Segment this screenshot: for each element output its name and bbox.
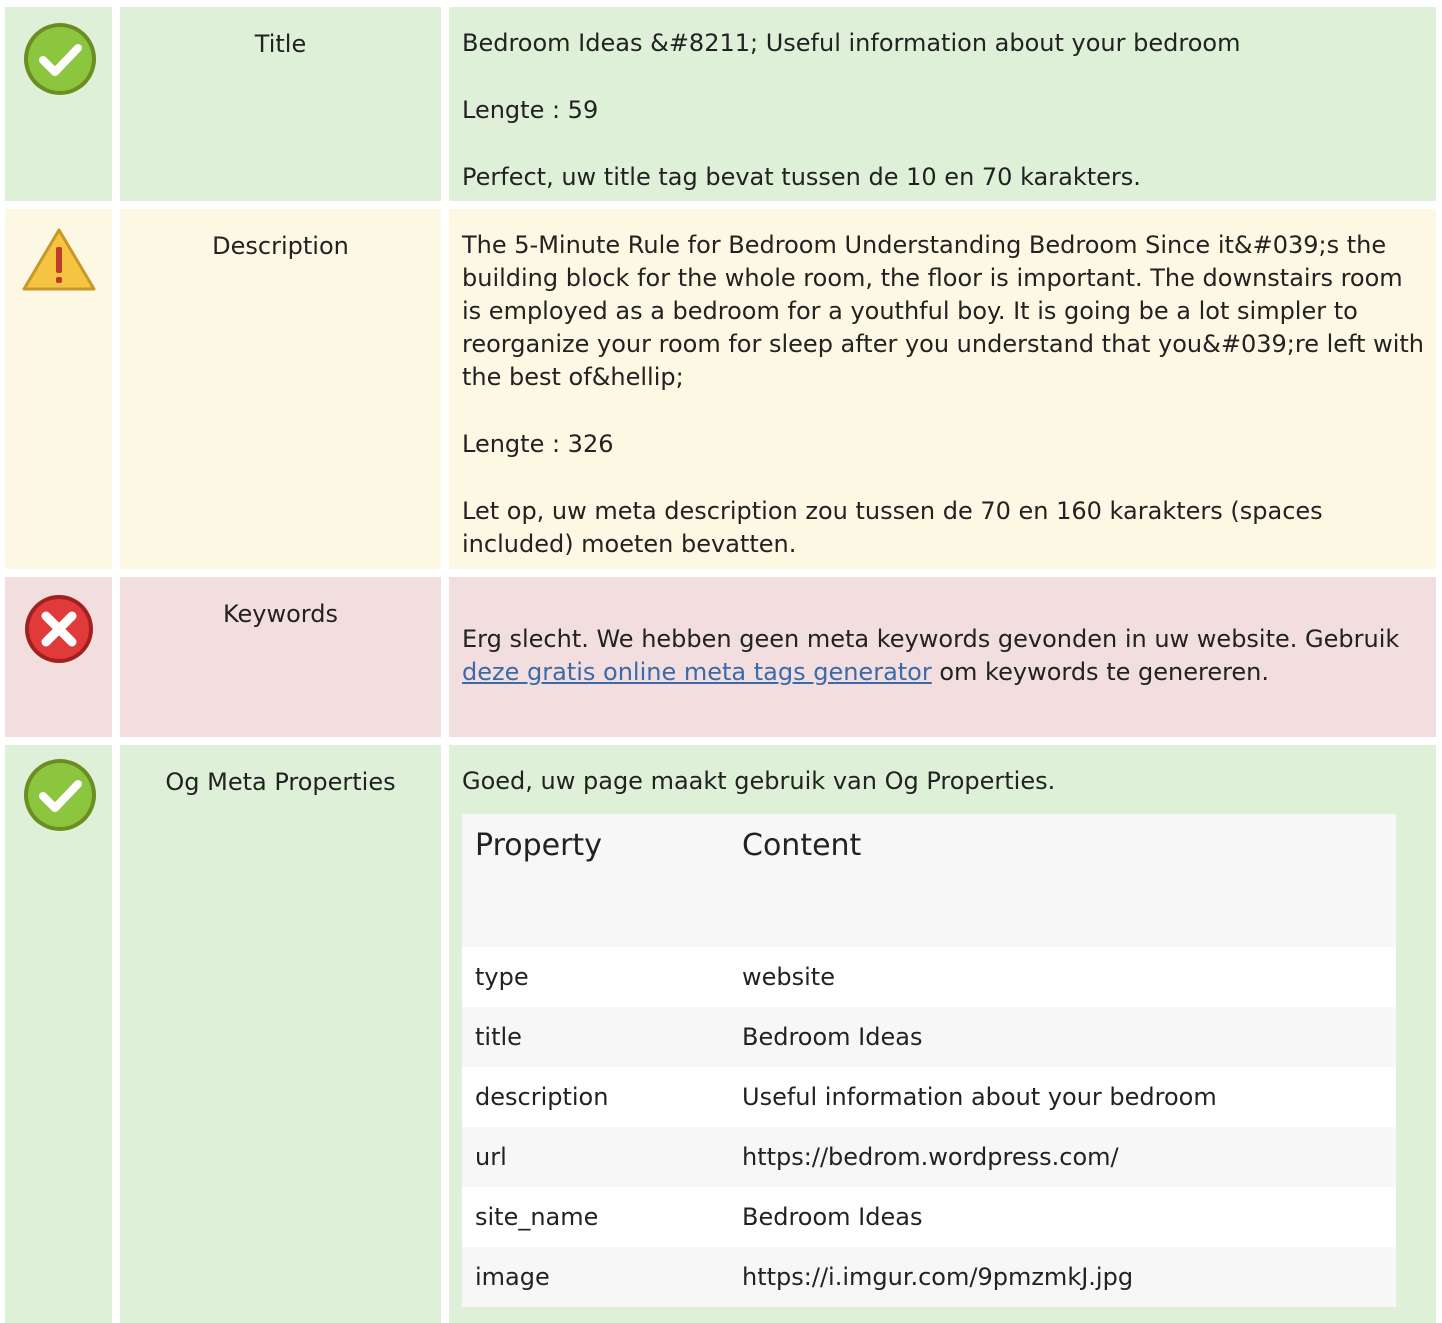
check-circle-icon (24, 23, 96, 95)
table-row: type website (462, 947, 1396, 1007)
keywords-message-suffix: om keywords te genereren. (931, 658, 1270, 686)
table-row: site_name Bedroom Ideas (462, 1187, 1396, 1247)
keywords-message: Erg slecht. We hebben geen meta keywords… (462, 623, 1424, 689)
description-message: Let op, uw meta description zou tussen d… (462, 497, 1323, 558)
property-cell: url (462, 1127, 729, 1187)
row-content: The 5-Minute Rule for Bedroom Understand… (449, 209, 1436, 569)
content-cell: Bedroom Ideas (729, 1007, 1396, 1067)
error-x-icon (25, 595, 93, 663)
keywords-message-text: Erg slecht. We hebben geen meta keywords… (462, 625, 1400, 653)
og-properties-check-row: Og Meta Properties Goed, uw page maakt g… (0, 745, 1442, 1323)
status-cell (5, 577, 112, 737)
property-cell: title (462, 1007, 729, 1067)
row-label: Description (120, 209, 441, 569)
table-header-row: Property Content (462, 814, 1396, 947)
row-content: Goed, uw page maakt gebruik van Og Prope… (449, 745, 1436, 1323)
status-cell (5, 745, 112, 1323)
title-length: Lengte : 59 (462, 96, 599, 124)
content-cell: https://i.imgur.com/9pmzmkJ.jpg (729, 1247, 1396, 1307)
row-label: Keywords (120, 577, 441, 737)
description-value: The 5-Minute Rule for Bedroom Understand… (462, 231, 1425, 391)
table-row: description Useful information about you… (462, 1067, 1396, 1127)
title-check-row: Title Bedroom Ideas &#8211; Useful infor… (0, 7, 1442, 201)
title-message: Perfect, uw title tag bevat tussen de 10… (462, 163, 1141, 191)
table-row: url https://bedrom.wordpress.com/ (462, 1127, 1396, 1187)
table-row: image https://i.imgur.com/9pmzmkJ.jpg (462, 1247, 1396, 1307)
status-cell (5, 209, 112, 569)
content-cell: Bedroom Ideas (729, 1187, 1396, 1247)
property-cell: type (462, 947, 729, 1007)
warning-triangle-icon (22, 228, 96, 291)
row-label: Og Meta Properties (120, 745, 441, 1323)
row-content: Erg slecht. We hebben geen meta keywords… (449, 577, 1436, 737)
property-cell: description (462, 1067, 729, 1127)
property-cell: image (462, 1247, 729, 1307)
table-row: title Bedroom Ideas (462, 1007, 1396, 1067)
description-length: Lengte : 326 (462, 430, 614, 458)
title-value: Bedroom Ideas &#8211; Useful information… (462, 29, 1241, 57)
og-message: Goed, uw page maakt gebruik van Og Prope… (462, 767, 1056, 795)
status-cell (5, 7, 112, 201)
row-label: Title (120, 7, 441, 201)
property-cell: site_name (462, 1187, 729, 1247)
check-circle-icon (24, 759, 96, 831)
content-cell: Useful information about your bedroom (729, 1067, 1396, 1127)
property-column-header: Property (475, 828, 602, 863)
og-properties-table: Property Content type website title Bedr… (462, 814, 1396, 1307)
content-cell: https://bedrom.wordpress.com/ (729, 1127, 1396, 1187)
row-content: Bedroom Ideas &#8211; Useful information… (449, 7, 1436, 201)
content-cell: website (729, 947, 1396, 1007)
meta-tags-generator-link[interactable]: deze gratis online meta tags generator (462, 658, 932, 686)
description-check-row: Description The 5-Minute Rule for Bedroo… (0, 209, 1442, 569)
content-column-header: Content (742, 828, 862, 863)
keywords-check-row: Keywords Erg slecht. We hebben geen meta… (0, 577, 1442, 737)
